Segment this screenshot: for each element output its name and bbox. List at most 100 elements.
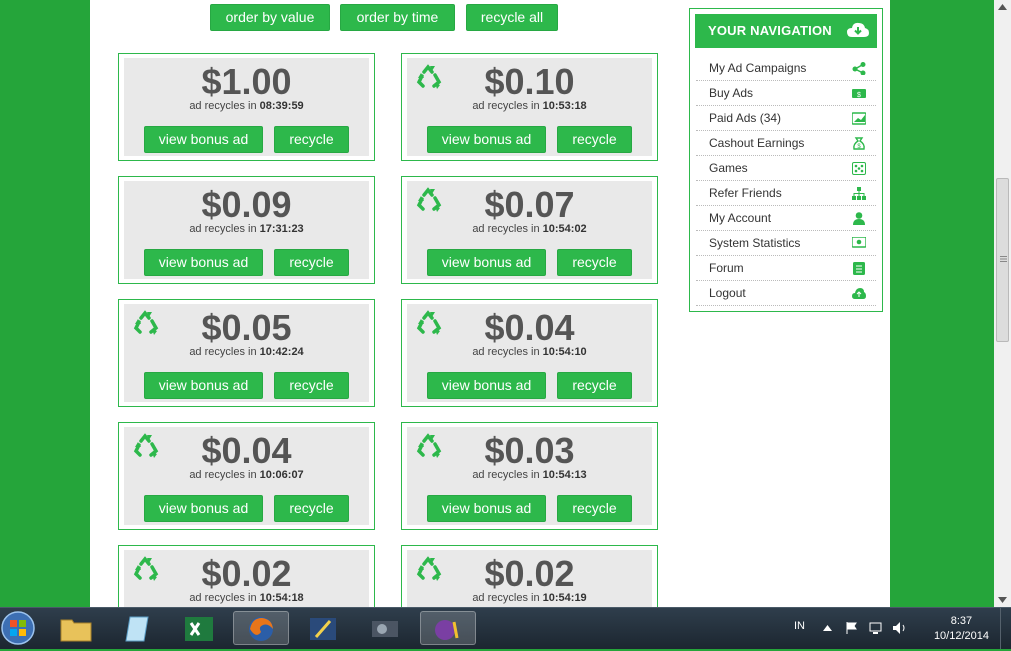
ad-recycle-timer: ad recycles in 10:54:18 xyxy=(124,592,369,604)
nav-item-my-ad-campaigns[interactable]: My Ad Campaigns xyxy=(696,56,876,81)
ad-recycle-prefix: ad recycles in xyxy=(472,592,540,604)
ad-recycle-time: 10:54:13 xyxy=(542,469,587,481)
nav-item-paid-ads-34[interactable]: Paid Ads (34) xyxy=(696,106,876,131)
nav-item-label: Cashout Earnings xyxy=(709,136,805,150)
nav-item-refer-friends[interactable]: Refer Friends xyxy=(696,181,876,206)
nav-item-my-account[interactable]: My Account xyxy=(696,206,876,231)
ad-card-body: $1.00 ad recycles in 08:39:59 view bonus a… xyxy=(124,58,369,156)
ad-recycle-prefix: ad recycles in xyxy=(189,346,257,358)
notepad-icon xyxy=(125,616,149,642)
nav-item-label: Forum xyxy=(709,261,744,275)
taskbar-notepad[interactable] xyxy=(110,611,166,645)
vertical-scrollbar[interactable] xyxy=(994,0,1011,607)
nav-item-label: My Ad Campaigns xyxy=(709,61,807,75)
chart-icon xyxy=(852,112,866,125)
ad-recycle-time: 10:06:07 xyxy=(259,469,304,481)
nav-item-label: System Statistics xyxy=(709,236,801,250)
system-clock[interactable]: 8:37 10/12/2014 xyxy=(934,614,989,644)
nav-item-label: Paid Ads (34) xyxy=(709,111,782,125)
nav-item-cashout-earnings[interactable]: Cashout Earnings $ xyxy=(696,131,876,156)
show-hidden-icons-icon[interactable] xyxy=(823,625,832,631)
nav-item-label: Buy Ads xyxy=(709,86,754,100)
dice-icon xyxy=(852,162,866,175)
ad-amount: $1.00 xyxy=(201,61,292,102)
book-icon xyxy=(853,262,865,275)
taskbar: IN 8:37 10/12/2014 xyxy=(0,607,1011,649)
windows-logo-icon xyxy=(1,611,35,645)
ad-amount: $0.03 xyxy=(484,430,575,471)
view-bonus-ad-button[interactable]: view bonus ad xyxy=(144,126,263,153)
grip-icon xyxy=(1000,256,1007,262)
ad-amount: $0.09 xyxy=(201,184,292,225)
volume-icon[interactable] xyxy=(892,621,908,635)
ad-recycle-prefix: ad recycles in xyxy=(189,592,257,604)
folder-icon xyxy=(60,619,92,642)
ad-recycle-time: 08:39:59 xyxy=(259,100,304,112)
scroll-down-arrow-icon[interactable] xyxy=(998,597,1007,603)
ad-recycle-time: 10:54:10 xyxy=(542,346,587,358)
recycle-button[interactable]: recycle xyxy=(274,372,349,399)
ad-card: $0.10 ad recycles in 10:53:18 view bonus a… xyxy=(401,53,658,161)
ad-amount: $0.02 xyxy=(484,553,575,594)
show-desktop-button[interactable] xyxy=(1000,608,1011,649)
recycle-button[interactable]: recycle xyxy=(557,249,632,276)
ad-recycle-timer: ad recycles in 10:53:18 xyxy=(407,100,652,112)
taskbar-messenger[interactable] xyxy=(420,611,476,645)
recycle-button[interactable]: recycle xyxy=(274,249,349,276)
ad-card-body: $0.10 ad recycles in 10:53:18 view bonus a… xyxy=(407,58,652,156)
view-bonus-ad-button[interactable]: view bonus ad xyxy=(427,495,546,522)
language-indicator[interactable]: IN xyxy=(794,620,805,632)
recycle-button[interactable]: recycle xyxy=(274,126,349,153)
nav-item-buy-ads[interactable]: Buy Ads $ xyxy=(696,81,876,106)
messenger-icon xyxy=(435,620,459,640)
taskbar-media[interactable] xyxy=(358,611,414,645)
taskbar-explorer[interactable] xyxy=(48,611,104,645)
start-button[interactable] xyxy=(0,610,40,648)
view-bonus-ad-button[interactable]: view bonus ad xyxy=(144,372,263,399)
view-bonus-ad-button[interactable]: view bonus ad xyxy=(427,249,546,276)
order-by-time-button[interactable]: order by time xyxy=(340,4,455,31)
nav-item-games[interactable]: Games xyxy=(696,156,876,181)
ad-recycle-prefix: ad recycles in xyxy=(472,100,540,112)
nav-item-system-statistics[interactable]: System Statistics xyxy=(696,231,876,256)
share-icon xyxy=(852,62,866,75)
ad-card: $0.07 ad recycles in 10:54:02 view bonus a… xyxy=(401,176,658,284)
ad-card-body: $0.03 ad recycles in 10:54:13 view bonus a… xyxy=(407,427,652,525)
ad-card-body: $0.04 ad recycles in 10:06:07 view bonus a… xyxy=(124,427,369,525)
taskbar-excel[interactable] xyxy=(172,611,228,645)
ad-recycle-timer: ad recycles in 10:54:19 xyxy=(407,592,652,604)
view-bonus-ad-button[interactable]: view bonus ad xyxy=(427,372,546,399)
ad-recycle-prefix: ad recycles in xyxy=(472,346,540,358)
clock-time: 8:37 xyxy=(950,615,973,627)
ad-recycle-prefix: ad recycles in xyxy=(189,100,257,112)
scroll-up-arrow-icon[interactable] xyxy=(998,4,1007,10)
recycle-button[interactable]: recycle xyxy=(557,372,632,399)
recycle-button[interactable]: recycle xyxy=(274,495,349,522)
ad-amount: $0.05 xyxy=(201,307,292,348)
order-by-value-button[interactable]: order by value xyxy=(210,4,330,31)
recycle-button[interactable]: recycle xyxy=(557,126,632,153)
taskbar-firefox[interactable] xyxy=(233,611,289,645)
view-bonus-ad-button[interactable]: view bonus ad xyxy=(144,495,263,522)
taskbar-editor[interactable] xyxy=(296,611,352,645)
recycle-button[interactable]: recycle xyxy=(557,495,632,522)
ad-recycle-prefix: ad recycles in xyxy=(189,469,257,481)
action-center-flag-icon[interactable] xyxy=(845,621,859,635)
film-icon xyxy=(372,621,398,637)
view-bonus-ad-button[interactable]: view bonus ad xyxy=(144,249,263,276)
navigation-list: My Ad Campaigns Buy Ads $ Paid Ads (34) Cash… xyxy=(696,56,876,306)
scroll-thumb[interactable] xyxy=(996,178,1009,342)
sitemap-icon xyxy=(852,187,866,200)
ad-card: $0.03 ad recycles in 10:54:13 view bonus a… xyxy=(401,422,658,530)
navigation-title: YOUR NAVIGATION xyxy=(708,23,832,38)
ad-recycle-time: 10:54:18 xyxy=(259,592,304,604)
recycle-all-button[interactable]: recycle all xyxy=(466,4,558,31)
network-icon[interactable] xyxy=(869,621,884,635)
view-bonus-ad-button[interactable]: view bonus ad xyxy=(427,126,546,153)
pen-icon xyxy=(310,618,336,640)
ad-recycle-timer: ad recycles in 10:42:24 xyxy=(124,346,369,358)
nav-item-forum[interactable]: Forum xyxy=(696,256,876,281)
nav-item-logout[interactable]: Logout xyxy=(696,281,876,306)
ad-card: $0.05 ad recycles in 10:42:24 view bonus a… xyxy=(118,299,375,407)
ad-card-body: $0.07 ad recycles in 10:54:02 view bonus a… xyxy=(407,181,652,279)
